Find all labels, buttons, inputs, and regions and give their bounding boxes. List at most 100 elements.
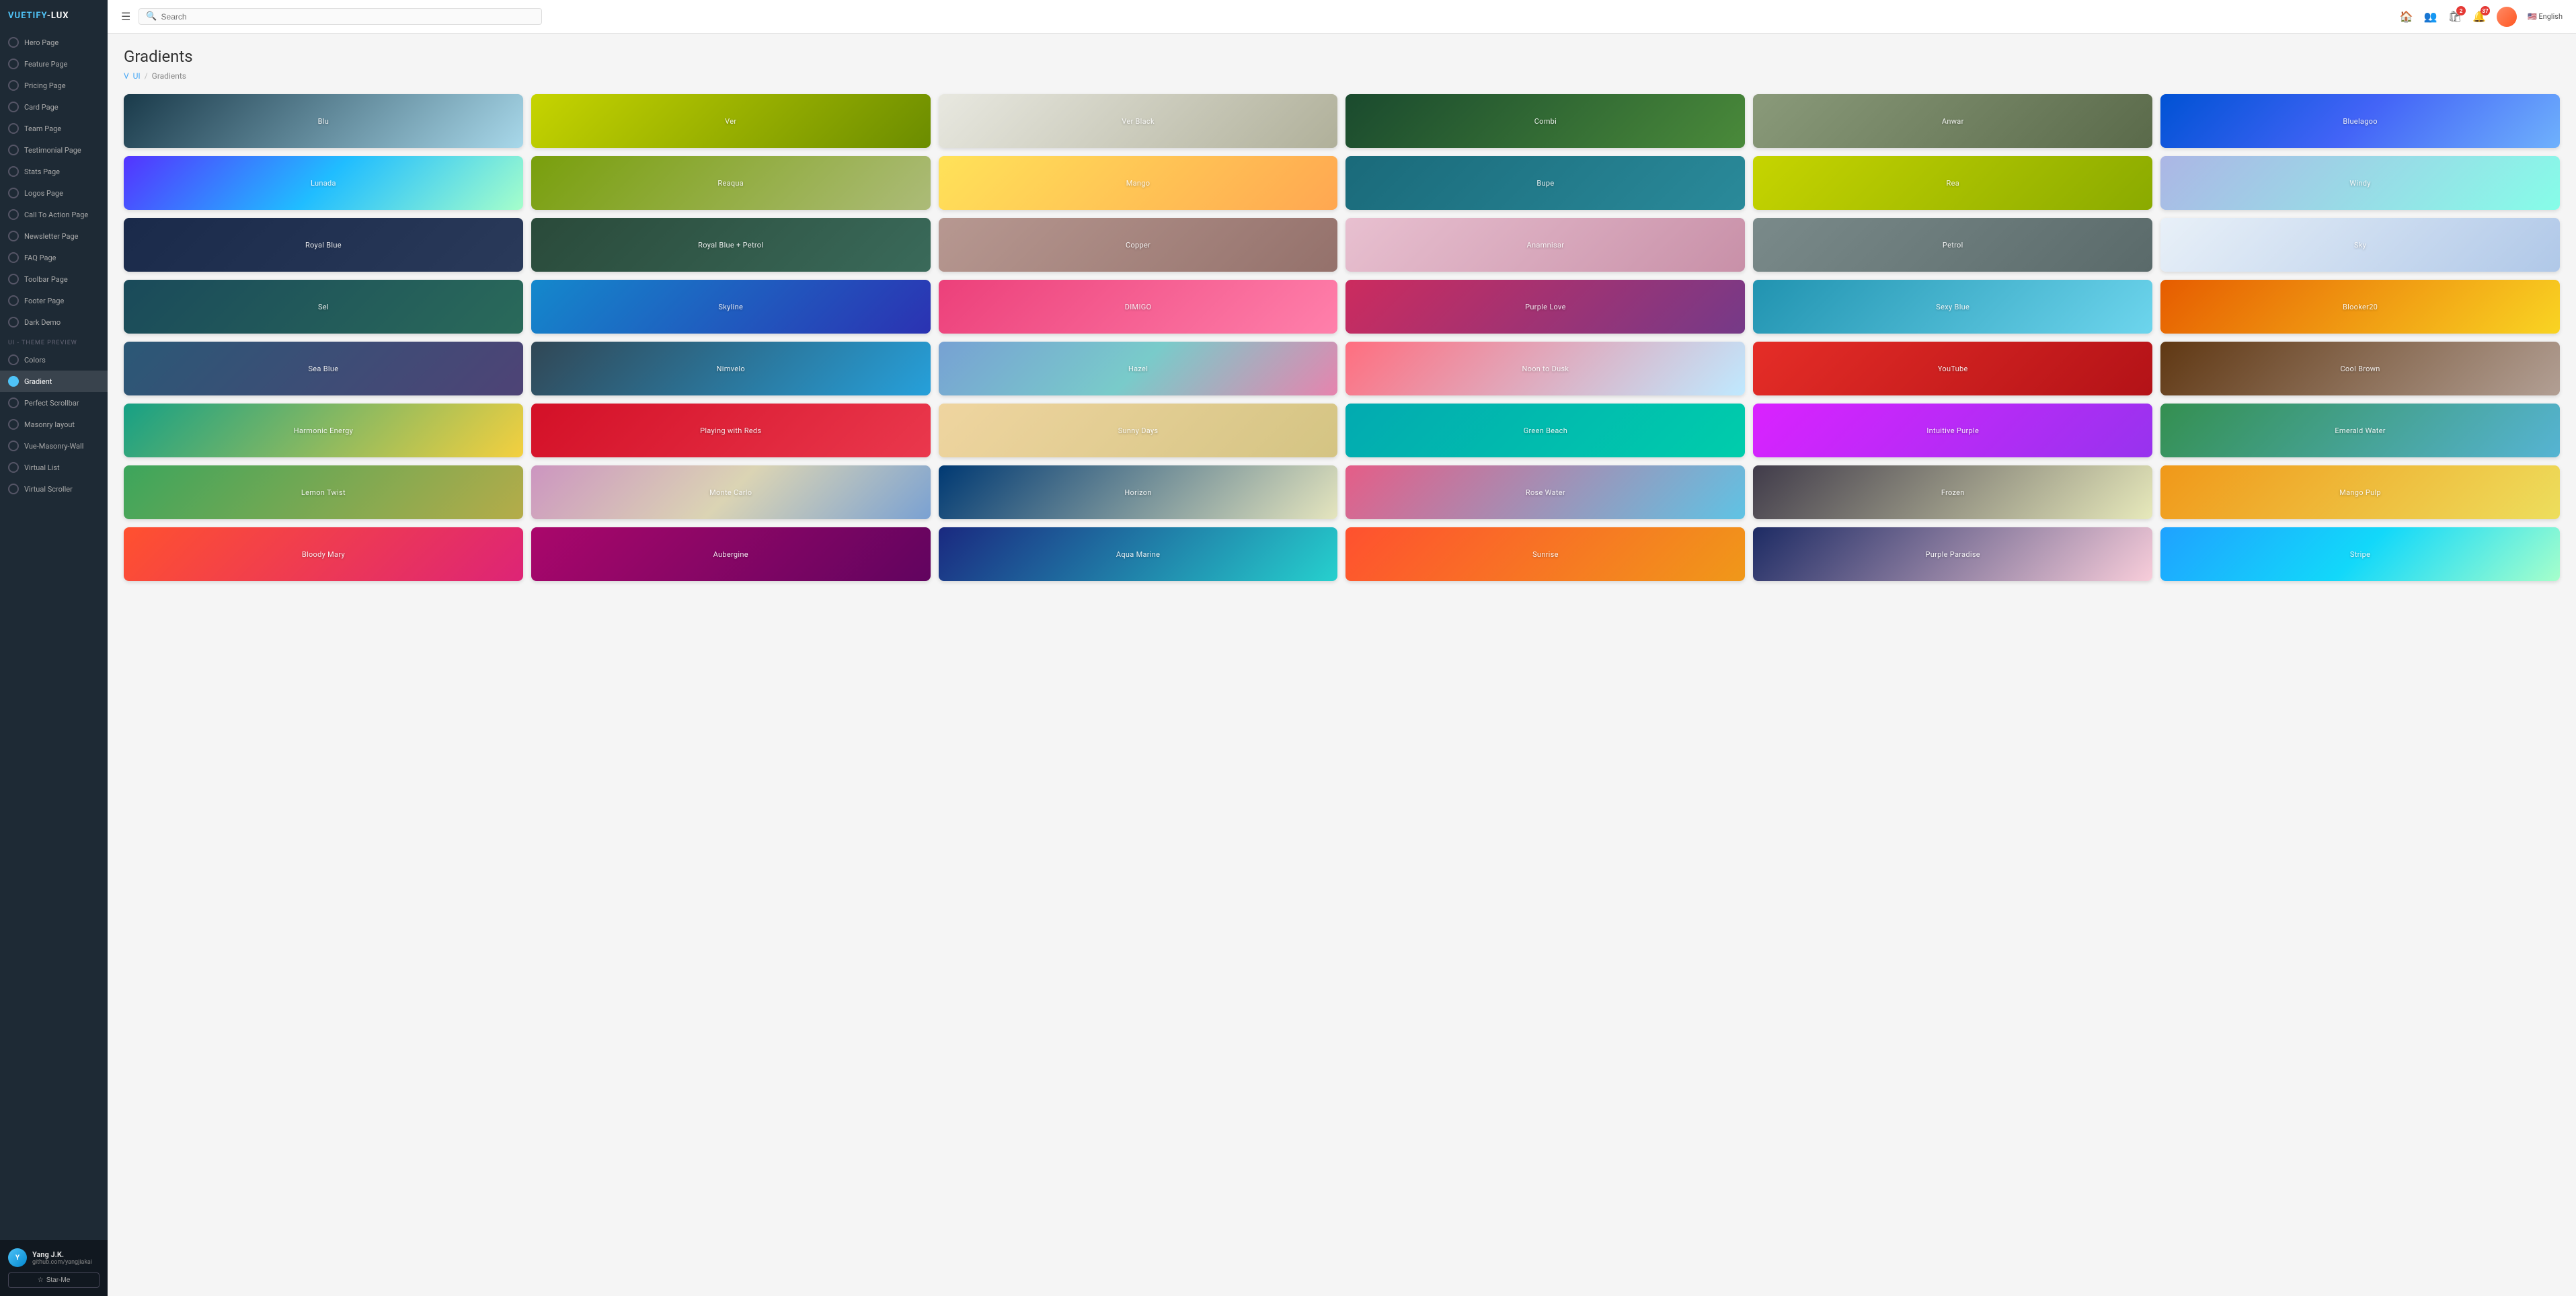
breadcrumb-icon: V (124, 71, 129, 81)
avatar: Y (8, 1248, 27, 1267)
sidebar-theme-item[interactable]: Virtual List (0, 457, 108, 478)
gradient-card[interactable]: Horizon (939, 465, 1338, 519)
gradient-card[interactable]: Lemon Twist (124, 465, 523, 519)
users-icon[interactable]: 👥 (2424, 10, 2437, 23)
gradient-card[interactable]: Stripe (2160, 527, 2560, 581)
gradient-card[interactable]: Sunrise (1345, 527, 1745, 581)
gradient-card[interactable]: Reaqua (531, 156, 931, 210)
gradient-card[interactable]: Bluelagoo (2160, 94, 2560, 148)
gradient-card[interactable]: Mango (939, 156, 1338, 210)
gradient-card[interactable]: Royal Blue + Petrol (531, 218, 931, 272)
sidebar-item[interactable]: Footer Page (0, 290, 108, 311)
sidebar-theme-item[interactable]: Colors (0, 349, 108, 371)
gradient-card[interactable]: Harmonic Energy (124, 404, 523, 457)
dot-icon (8, 37, 19, 48)
gradient-card[interactable]: Sea Blue (124, 342, 523, 395)
gradient-card[interactable]: Anamnisar (1345, 218, 1745, 272)
gradient-card[interactable]: Lunada (124, 156, 523, 210)
home-icon[interactable]: 🏠 (2400, 10, 2413, 23)
gradient-card[interactable]: Rose Water (1345, 465, 1745, 519)
sidebar-item[interactable]: Dark Demo (0, 311, 108, 333)
language-selector[interactable]: 🇺🇸 English (2528, 12, 2563, 21)
sidebar: VUETIFY-LUX Hero PageFeature PagePricing… (0, 0, 108, 1296)
sidebar-item-label: Team Page (24, 124, 61, 133)
sidebar-theme-item[interactable]: Gradient (0, 371, 108, 392)
shop-icon[interactable]: 🛍 2 (2448, 10, 2462, 23)
sidebar-item[interactable]: Team Page (0, 118, 108, 139)
gradient-card[interactable]: Blooker20 (2160, 280, 2560, 334)
dot-icon (8, 252, 19, 263)
gradient-card[interactable]: Noon to Dusk (1345, 342, 1745, 395)
sidebar-theme-navigation: ColorsGradientPerfect Scrollbar Masonry l… (0, 349, 108, 500)
gradient-card[interactable]: Bloody Mary (124, 527, 523, 581)
gradient-card[interactable]: Skyline (531, 280, 931, 334)
gradient-card[interactable]: Cool Brown (2160, 342, 2560, 395)
menu-icon[interactable]: ☰ (121, 10, 130, 23)
gradient-card[interactable]: Sel (124, 280, 523, 334)
gradient-card[interactable]: Mango Pulp (2160, 465, 2560, 519)
sidebar-item-label: Logos Page (24, 189, 63, 198)
notifications-icon[interactable]: 🔔 37 (2472, 10, 2486, 23)
sidebar-item[interactable]: Call To Action Page (0, 204, 108, 225)
gradient-card[interactable]: DIMIGO (939, 280, 1338, 334)
gradient-card[interactable]: Intuitive Purple (1753, 404, 2152, 457)
gradient-card[interactable]: Bupe (1345, 156, 1745, 210)
search-input[interactable] (161, 12, 535, 22)
user-avatar[interactable] (2497, 7, 2517, 27)
sidebar-navigation: Hero Page Feature Page Pricing PageCard Pa… (0, 32, 108, 333)
gradient-card[interactable]: Aubergine (531, 527, 931, 581)
sidebar-theme-item[interactable]: Perfect Scrollbar (0, 392, 108, 414)
sidebar-theme-item[interactable]: Virtual Scroller (0, 478, 108, 500)
gradient-card[interactable]: Sexy Blue (1753, 280, 2152, 334)
gradient-card[interactable]: Ver (531, 94, 931, 148)
gradient-card[interactable]: Petrol (1753, 218, 2152, 272)
gradient-card[interactable]: Green Beach (1345, 404, 1745, 457)
sidebar-theme-label: Masonry layout (24, 420, 75, 429)
gradient-card[interactable]: Combi (1345, 94, 1745, 148)
gradient-card[interactable]: Hazel (939, 342, 1338, 395)
gradient-card[interactable]: Purple Paradise (1753, 527, 2152, 581)
gradient-card[interactable]: Playing with Reds (531, 404, 931, 457)
gradient-card[interactable]: YouTube (1753, 342, 2152, 395)
gradient-card[interactable]: Emerald Water (2160, 404, 2560, 457)
page-title: Gradients (124, 47, 2560, 66)
header: ☰ 🔍 🏠 👥 🛍 2 🔔 37 🇺🇸 English (108, 0, 2576, 34)
gradient-card[interactable]: Anwar (1753, 94, 2152, 148)
gradient-card[interactable]: Royal Blue (124, 218, 523, 272)
sidebar-item[interactable]: Stats Page (0, 161, 108, 182)
sidebar-item[interactable]: Logos Page (0, 182, 108, 204)
gradient-card[interactable]: Blu (124, 94, 523, 148)
gradient-card[interactable]: Ver Black (939, 94, 1338, 148)
dot-icon (8, 419, 19, 430)
gradient-card[interactable]: Nimvelo (531, 342, 931, 395)
search-bar[interactable]: 🔍 (139, 8, 542, 25)
sidebar-item[interactable]: Testimonial Page (0, 139, 108, 161)
sidebar-item[interactable]: Pricing Page (0, 75, 108, 96)
notifications-badge: 37 (2481, 6, 2490, 15)
breadcrumb-parent[interactable]: UI (133, 71, 141, 81)
sidebar-theme-item[interactable]: Vue-Masonry-Wall (0, 435, 108, 457)
gradient-card[interactable]: Purple Love (1345, 280, 1745, 334)
sidebar-item[interactable]: Card Page (0, 96, 108, 118)
gradient-card[interactable]: Aqua Marine (939, 527, 1338, 581)
sidebar-item-label: Dark Demo (24, 318, 61, 327)
gradient-card[interactable]: Copper (939, 218, 1338, 272)
gradient-card[interactable]: Rea (1753, 156, 2152, 210)
sidebar-item[interactable]: Hero Page (0, 32, 108, 53)
gradient-card[interactable]: Monte Carlo (531, 465, 931, 519)
sidebar-item[interactable]: Feature Page (0, 53, 108, 75)
logo-accent: VUETIFY (8, 11, 47, 21)
sidebar-theme-item[interactable]: Masonry layout (0, 414, 108, 435)
sidebar-item-label: Feature Page (24, 60, 68, 69)
dot-icon (8, 376, 19, 387)
star-button[interactable]: ☆ Star-Me (8, 1272, 100, 1288)
gradient-card[interactable]: Windy (2160, 156, 2560, 210)
gradient-card[interactable]: Sky (2160, 218, 2560, 272)
gradient-card[interactable]: Frozen (1753, 465, 2152, 519)
sidebar-item[interactable]: FAQ Page (0, 247, 108, 268)
main-area: ☰ 🔍 🏠 👥 🛍 2 🔔 37 🇺🇸 English Gradients V … (108, 0, 2576, 1296)
sidebar-item[interactable]: Toolbar Page (0, 268, 108, 290)
gradient-card[interactable]: Sunny Days (939, 404, 1338, 457)
sidebar-theme-label: Virtual List (24, 463, 60, 472)
sidebar-item[interactable]: Newsletter Page (0, 225, 108, 247)
